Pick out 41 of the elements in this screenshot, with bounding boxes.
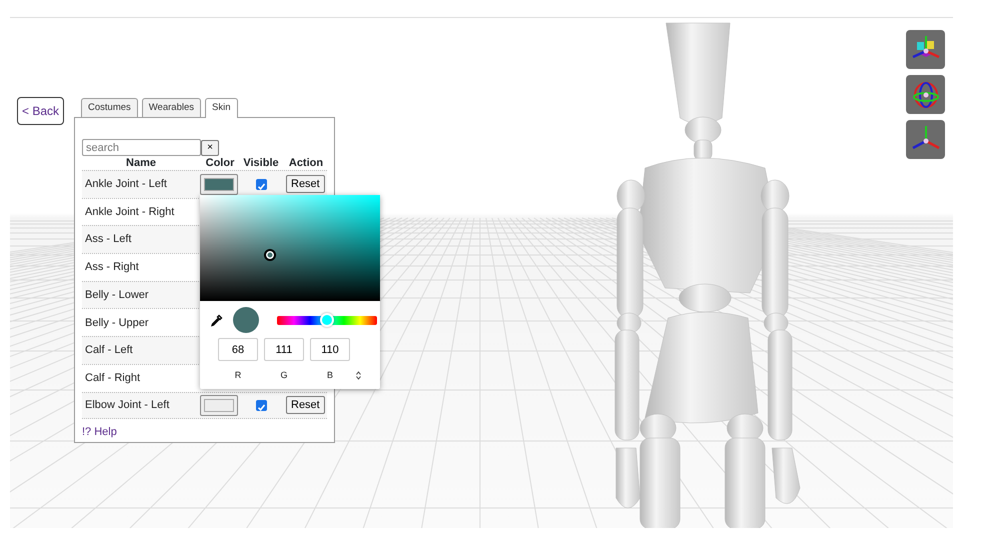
- row-name: Ass - Right: [84, 260, 140, 276]
- clear-button[interactable]: ×: [201, 140, 219, 156]
- field-label: B: [326, 369, 334, 382]
- column-header: Action: [288, 156, 324, 170]
- color-swatch[interactable]: [200, 394, 238, 416]
- color-value-field[interactable]: 111: [264, 338, 304, 361]
- picker-handle[interactable]: [264, 248, 276, 261]
- row-name: Belly - Lower: [84, 288, 150, 303]
- field-label: G: [279, 369, 288, 382]
- row-name: Ass - Left: [84, 232, 132, 248]
- column-header: Color: [204, 156, 236, 170]
- tab[interactable]: Wearables: [142, 98, 202, 117]
- row-name: Calf - Right: [84, 370, 142, 386]
- eyedropper-icon[interactable]: [210, 314, 223, 326]
- toggle-icon[interactable]: [356, 371, 361, 380]
- saturation-field[interactable]: [200, 195, 380, 301]
- color-value-field[interactable]: 110: [310, 338, 350, 361]
- row-name: Elbow Joint - Left: [84, 398, 170, 414]
- color-swatch[interactable]: [200, 174, 238, 195]
- search-field[interactable]: search: [82, 139, 201, 156]
- checkbox[interactable]: [256, 178, 266, 190]
- help-link[interactable]: !? Help: [82, 424, 117, 441]
- row-name: Belly - Upper: [84, 316, 150, 331]
- scale-gizmo-button[interactable]: [906, 30, 945, 69]
- color-value-field[interactable]: 68: [218, 338, 258, 361]
- hue-slider[interactable]: [277, 316, 377, 324]
- rotate-gizmo-button[interactable]: [906, 75, 945, 114]
- row-name: Ankle Joint - Left: [84, 177, 168, 192]
- checkbox[interactable]: [256, 400, 266, 411]
- reset-button[interactable]: Reset: [286, 175, 325, 194]
- move-gizmo-button[interactable]: [906, 120, 945, 159]
- tab[interactable]: Costumes: [81, 98, 138, 117]
- row-name: Ankle Joint - Right: [84, 204, 176, 220]
- tab[interactable]: Skin: [205, 98, 238, 118]
- reset-button[interactable]: Reset: [286, 396, 325, 414]
- slider-thumb[interactable]: [320, 312, 334, 326]
- column-header: Visible: [242, 156, 280, 170]
- back-button[interactable]: < Back: [17, 97, 64, 125]
- row-name: Calf - Left: [84, 343, 134, 358]
- column-header: Name: [125, 156, 157, 170]
- field-label: R: [234, 369, 242, 382]
